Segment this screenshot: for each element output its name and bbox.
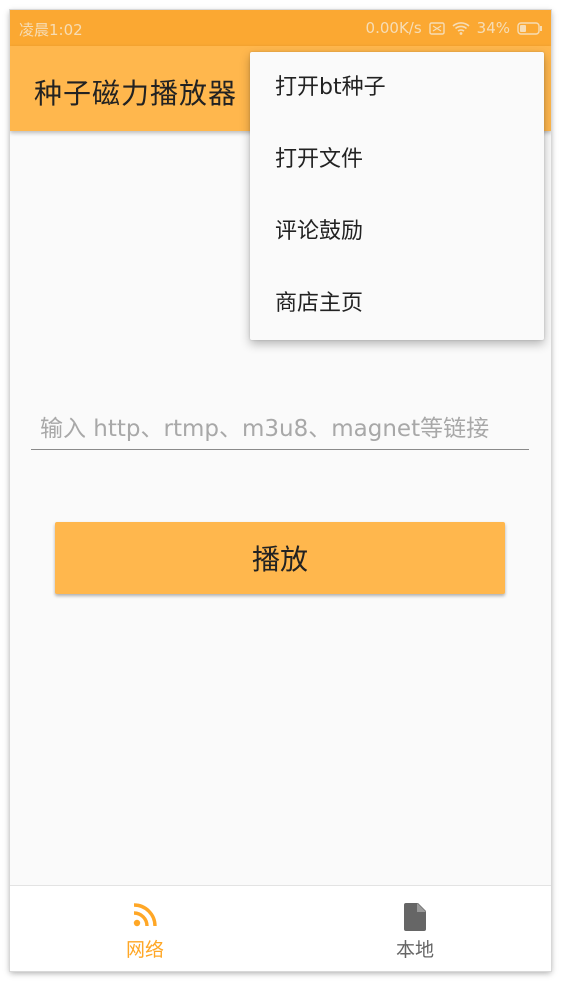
menu-item-open-torrent[interactable]: 打开bt种子 <box>250 52 544 124</box>
file-icon <box>403 902 427 936</box>
app-title: 种子磁力播放器 <box>34 77 238 110</box>
battery-level: 34% <box>476 19 510 37</box>
menu-item-store-page[interactable]: 商店主页 <box>250 268 544 340</box>
status-bar: 凌晨1:02 0.00K/s 34% <box>10 10 551 46</box>
rss-icon <box>132 902 158 932</box>
nav-item-network[interactable]: 网络 <box>10 886 280 971</box>
status-indicators: 0.00K/s 34% <box>366 19 543 37</box>
play-button[interactable]: 播放 <box>55 522 505 594</box>
nav-item-local[interactable]: 本地 <box>280 886 550 971</box>
url-input[interactable] <box>31 408 529 450</box>
status-time: 凌晨1:02 <box>19 21 83 39</box>
menu-item-open-file[interactable]: 打开文件 <box>250 124 544 196</box>
menu-item-rate-app[interactable]: 评论鼓励 <box>250 196 544 268</box>
phone-screen: 凌晨1:02 0.00K/s 34% 种子磁力播放器 播放 <box>10 10 551 971</box>
net-speed: 0.00K/s <box>365 19 422 37</box>
overflow-menu: 打开bt种子 打开文件 评论鼓励 商店主页 <box>250 52 544 340</box>
bottom-nav: 网络 本地 <box>10 885 551 971</box>
wifi-icon <box>452 21 470 35</box>
nav-label-network: 网络 <box>125 939 164 961</box>
notification-icon <box>428 21 445 35</box>
nav-label-local: 本地 <box>395 939 434 961</box>
battery-icon <box>517 21 543 35</box>
